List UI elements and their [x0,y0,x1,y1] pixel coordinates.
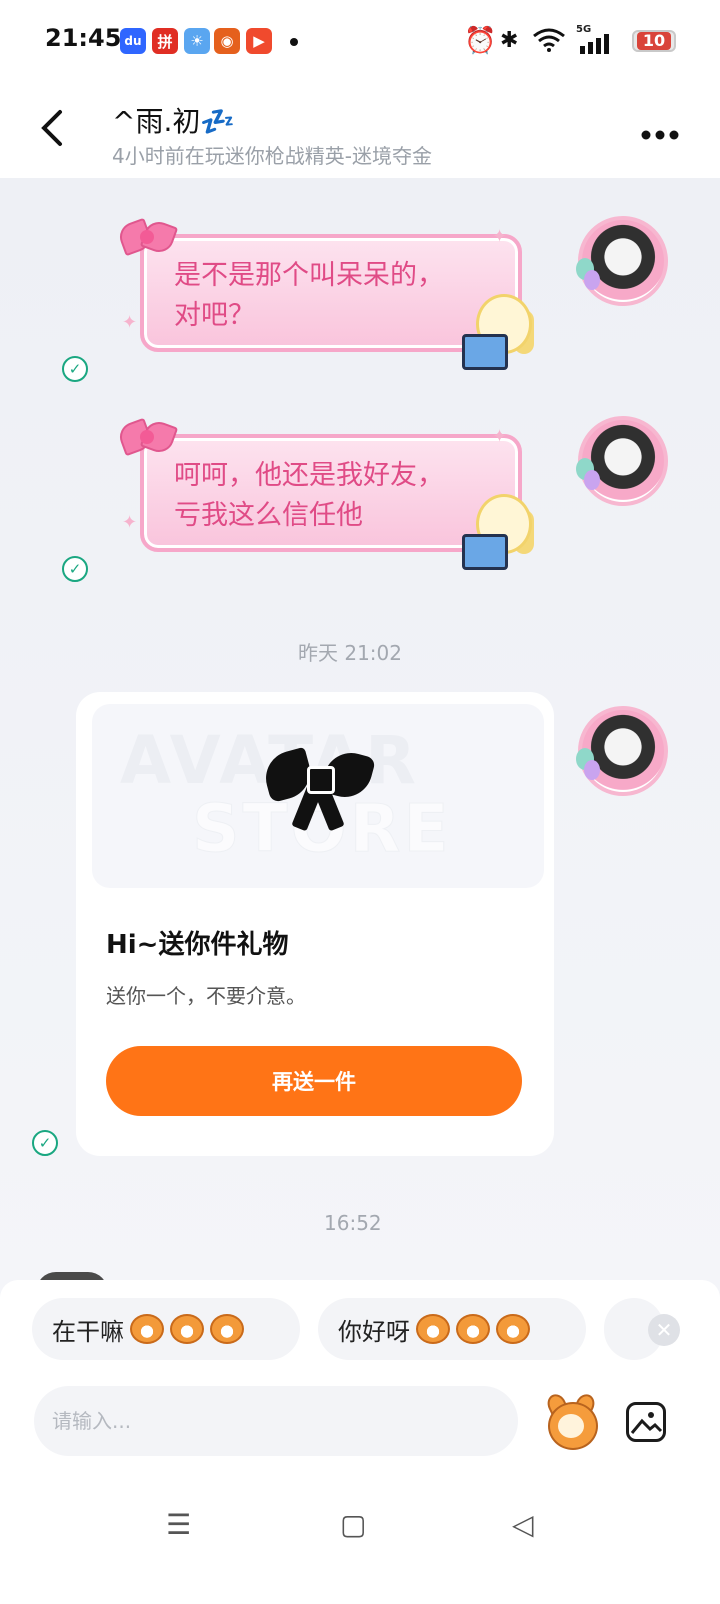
video-icon: ▶ [246,28,272,54]
read-check-icon: ✓ [62,356,88,382]
signal-icon [578,34,610,54]
sparkle-icon: ✦ [122,512,138,533]
image-icon [630,1412,663,1434]
contact-status: 4小时前在玩迷你枪战精英-迷境夺金 [112,144,432,168]
wifi-icon [532,28,566,52]
more-options-button[interactable] [640,110,680,150]
alarm-icon: ⏰ [464,26,497,56]
image-picker-button[interactable] [626,1402,666,1442]
gift-card-description: 送你一个，不要介意。 [106,984,306,1008]
sparkle-icon: ✦ [122,312,138,333]
avatar[interactable] [576,416,668,506]
read-check-icon: ✓ [32,1130,58,1156]
anime-sticker-icon [456,490,544,570]
back-button[interactable] [38,108,64,159]
avatar[interactable] [576,216,668,306]
quick-reply-label: 在干嘛 [52,1317,124,1346]
pumpkin-icon: ◉ [214,28,240,54]
send-again-button[interactable]: 再送一件 [106,1046,522,1116]
more-dots-icon [641,130,679,140]
monkey-emoji-icon [456,1314,490,1344]
status-time: 21:45 [45,24,122,52]
bow-decoration-icon [115,217,179,258]
grin-emoji-icon [210,1314,244,1344]
grin-emoji-icon [130,1314,164,1344]
weather-icon: ☀ [184,28,210,54]
bow-decoration-icon [115,417,179,458]
chevron-left-icon [41,110,62,146]
close-icon[interactable]: ✕ [648,1314,680,1346]
anime-sticker-icon [456,290,544,370]
read-check-icon: ✓ [62,556,88,582]
pinduoduo-icon: 拼 [152,28,178,54]
grin-emoji-icon [170,1314,204,1344]
baidu-icon: du [120,28,146,54]
notification-dot [290,38,298,46]
timestamp: 16:52 [324,1211,382,1235]
gift-card-title: Hi~送你件礼物 [106,930,289,960]
message-input[interactable] [34,1386,518,1456]
nav-menu-button[interactable]: ☰ [166,1508,191,1541]
nav-home-button[interactable]: ▢ [340,1508,366,1541]
bluetooth-icon: ✱ [500,28,519,53]
timestamp: 昨天 21:02 [298,641,402,665]
sparkle-icon: ✦ [492,226,508,247]
monkey-emoji-icon [496,1314,530,1344]
quick-reply-chip[interactable]: 在干嘛 [32,1298,300,1360]
quick-reply-label: 你好呀 [338,1317,410,1346]
contact-name: ^雨.初💤 [112,105,236,138]
battery-indicator: 10 [632,30,676,52]
monkey-emoji-icon [416,1314,450,1344]
gift-bow-icon [259,746,377,832]
quick-reply-chip[interactable]: 你好呀 [318,1298,586,1360]
emoji-picker-button[interactable] [544,1391,598,1450]
nav-back-button[interactable]: ◁ [512,1508,534,1541]
avatar[interactable] [576,706,668,796]
sparkle-icon: ✦ [492,426,508,447]
